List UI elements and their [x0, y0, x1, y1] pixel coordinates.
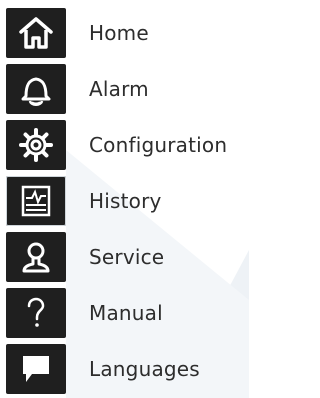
configuration-tile — [6, 120, 66, 170]
menu-item-home-label: Home — [89, 21, 149, 45]
menu-item-service-label: Service — [89, 245, 165, 269]
menu-item-alarm-label: Alarm — [89, 77, 149, 101]
languages-tile — [6, 344, 66, 394]
menu-item-configuration-label: Configuration — [89, 133, 228, 157]
menu-item-alarm[interactable]: Alarm — [0, 61, 249, 117]
history-tile — [6, 176, 66, 226]
alarm-tile — [6, 64, 66, 114]
menu-item-history[interactable]: History — [0, 173, 249, 229]
menu-item-languages[interactable]: Languages — [0, 341, 249, 397]
user-icon — [22, 242, 50, 273]
menu-item-home[interactable]: Home — [0, 5, 249, 61]
menu-item-languages-label: Languages — [89, 357, 200, 381]
menu-item-service[interactable]: Service — [0, 229, 249, 285]
menu-item-manual[interactable]: Manual — [0, 285, 249, 341]
service-tile — [6, 232, 66, 282]
alarm-bell-icon — [21, 77, 51, 106]
home-tile — [6, 8, 66, 58]
home-icon — [19, 17, 53, 49]
manual-tile — [6, 288, 66, 338]
menu-item-manual-label: Manual — [89, 301, 163, 325]
menu-item-history-label: History — [89, 189, 162, 213]
gear-icon — [19, 128, 53, 162]
history-chart-icon — [21, 185, 51, 217]
speech-bubble-icon — [23, 356, 49, 382]
menu-item-configuration[interactable]: Configuration — [0, 117, 249, 173]
question-mark-icon — [27, 297, 45, 327]
